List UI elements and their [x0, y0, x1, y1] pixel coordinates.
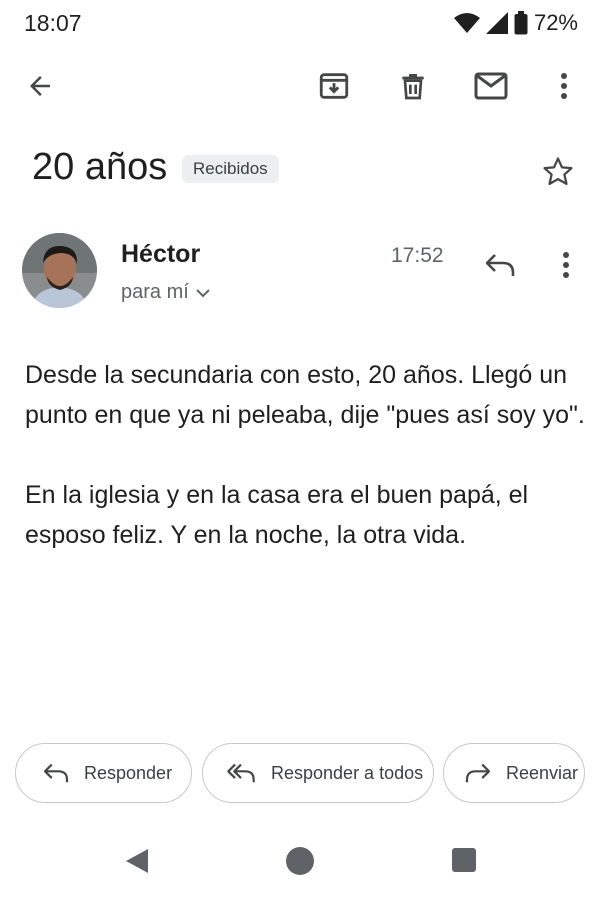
received-time: 17:52	[391, 244, 444, 267]
recipient-label: para mí	[121, 281, 189, 303]
body-paragraph: En la iglesia y en la casa era el buen p…	[25, 481, 529, 549]
mark-unread-button[interactable]	[467, 62, 515, 110]
sender-avatar[interactable]	[22, 233, 97, 308]
reply-all-label: Responder a todos	[271, 762, 424, 783]
reply-all-action-button[interactable]: Responder a todos	[202, 743, 434, 803]
reply-button[interactable]	[476, 241, 524, 289]
wifi-icon	[453, 13, 480, 33]
archive-icon	[319, 73, 349, 99]
reply-action-button[interactable]: Responder	[15, 743, 192, 803]
back-button[interactable]	[16, 62, 64, 110]
email-subject: 20 años	[32, 146, 168, 188]
nav-recents-button[interactable]	[452, 848, 476, 872]
label-chip[interactable]: Recibidos	[182, 155, 279, 183]
archive-button[interactable]	[310, 62, 358, 110]
reply-icon	[43, 763, 69, 783]
status-icons: 72%	[453, 10, 578, 36]
reply-icon	[485, 254, 515, 276]
delete-button[interactable]	[389, 62, 437, 110]
arrow-back-icon	[30, 76, 50, 96]
status-time: 18:07	[24, 10, 82, 36]
nav-back-icon	[126, 849, 148, 873]
reply-all-icon	[227, 763, 255, 783]
sender-name: Héctor	[121, 240, 201, 268]
nav-back-button[interactable]	[124, 848, 150, 879]
more-vert-icon	[561, 73, 567, 99]
forward-action-button[interactable]: Reenviar	[443, 743, 585, 803]
star-button[interactable]	[534, 148, 582, 196]
forward-icon	[465, 763, 491, 783]
battery-percent: 72%	[533, 10, 578, 35]
recipient-details-toggle[interactable]: para mí	[121, 281, 211, 304]
battery-icon	[514, 11, 528, 35]
chevron-down-icon	[196, 288, 210, 297]
more-vert-icon	[563, 252, 569, 278]
email-body: Desde la secundaria con esto, 20 años. L…	[25, 355, 585, 595]
body-paragraph: Desde la secundaria con esto, 20 años. L…	[25, 361, 585, 429]
avatar-photo	[22, 233, 97, 308]
mail-icon	[474, 72, 508, 100]
nav-home-button[interactable]	[286, 847, 314, 875]
star-icon	[543, 157, 573, 186]
forward-label: Reenviar	[506, 762, 579, 783]
reply-label: Responder	[84, 762, 173, 783]
trash-icon	[402, 74, 424, 100]
message-more-button[interactable]	[542, 241, 590, 289]
signal-icon	[485, 12, 508, 34]
more-options-button[interactable]	[540, 62, 588, 110]
